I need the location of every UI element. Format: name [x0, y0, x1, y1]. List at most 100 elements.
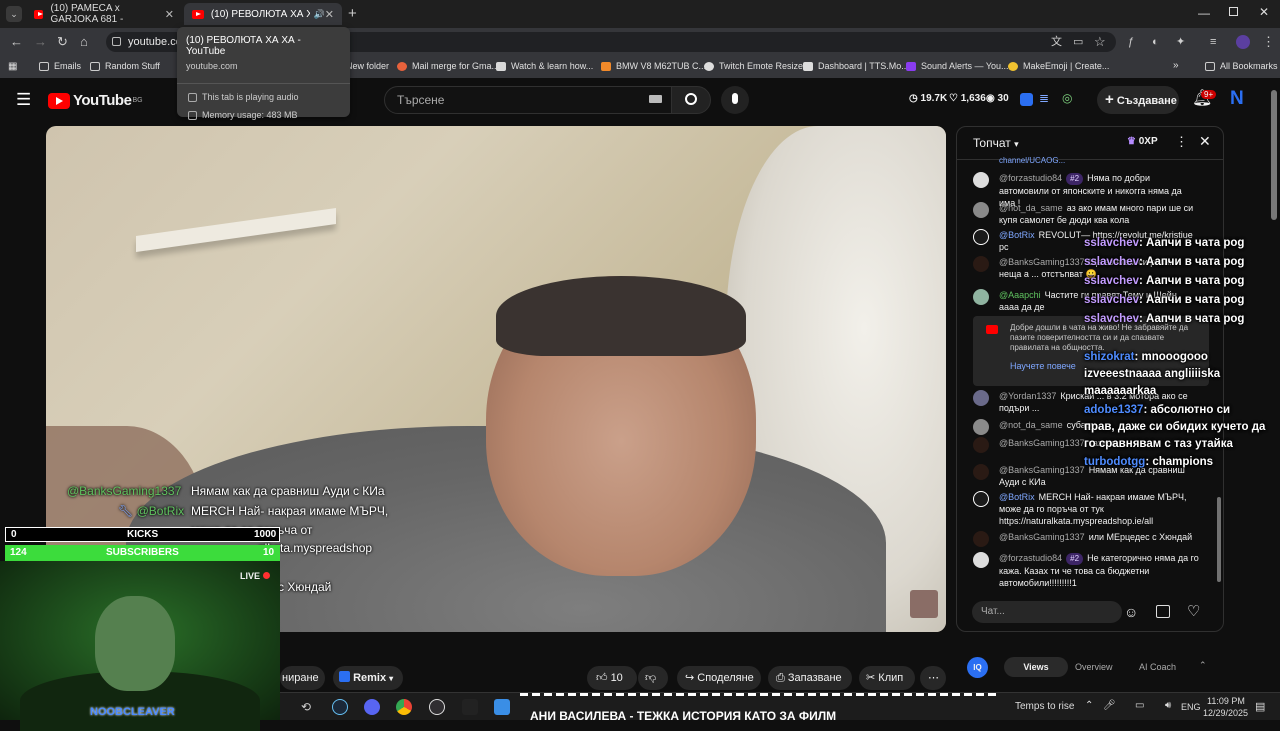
ticker-stripes [520, 693, 1000, 696]
save-button[interactable]: ⎙ Запазване [768, 666, 852, 690]
speaker-icon[interactable]: 🔊 [314, 9, 325, 20]
notification-badge: 9+ [1201, 90, 1217, 99]
discord-icon[interactable] [364, 699, 380, 715]
restore-icon[interactable] [1229, 7, 1238, 16]
hamburger-icon[interactable]: ☰ [16, 90, 31, 110]
close-icon[interactable]: ✕ [325, 8, 334, 21]
tab-views[interactable]: Views [1004, 657, 1068, 677]
minimize-icon[interactable]: — [1198, 6, 1210, 20]
profile-avatar[interactable] [1236, 35, 1250, 49]
keyboard-icon[interactable] [649, 95, 662, 103]
translate-icon[interactable]: 文 [1051, 34, 1062, 50]
collapse-icon[interactable]: ⌃ [1199, 660, 1207, 671]
live-dot-icon [262, 572, 270, 579]
plus-icon: + [1105, 91, 1114, 108]
more-bookmarks-icon[interactable]: » [1173, 60, 1179, 71]
clock-time[interactable]: 11:09 PM [1207, 696, 1245, 706]
clock-date[interactable]: 12/29/2025 [1203, 708, 1248, 718]
language-indicator[interactable]: ENG [1181, 702, 1201, 712]
account-avatar[interactable]: N [1230, 88, 1244, 110]
target-icon[interactable]: ◎ [1062, 91, 1072, 105]
tab-menu-icon[interactable]: ≡ [1210, 34, 1216, 50]
share-button[interactable]: ↪ Споделяне [677, 666, 761, 690]
dislike-button[interactable]: 👎︎ [638, 666, 668, 690]
vidiq-icon[interactable] [1020, 93, 1033, 106]
page-scrollbar[interactable] [1271, 90, 1277, 220]
chat-close-icon[interactable]: ✕ [1199, 133, 1211, 150]
bookmark-emails[interactable]: Emails [39, 61, 81, 71]
chrome-icon[interactable] [396, 699, 412, 715]
super-chat-icon[interactable] [1156, 605, 1170, 618]
apps-grid-icon[interactable]: ▦ [8, 61, 17, 72]
mic-tray-icon[interactable]: 🎤︎ [1103, 700, 1116, 711]
taskbar-app-icon-2[interactable] [462, 699, 478, 715]
network-icon[interactable]: ▭ [1135, 700, 1144, 711]
weather-text[interactable]: Temps to rise [1015, 701, 1074, 712]
bookmark-new-folder[interactable]: New folder [346, 61, 389, 71]
bookmark-mail-merge[interactable]: Mail merge for Gma... [397, 61, 499, 71]
bookmark-twitch-emote[interactable]: Twitch Emote Resizer [704, 61, 806, 71]
back-icon[interactable]: ← [10, 34, 23, 50]
tab-pameca[interactable]: (10) PAMECA x GARJOKA 681 - ✕ [26, 3, 182, 25]
bookmark-sound-alerts[interactable]: Sound Alerts — You... [906, 61, 1009, 71]
youtube-logo[interactable]: YouTube BG [48, 92, 143, 109]
chat-input[interactable]: Чат... [972, 601, 1122, 623]
volume-icon[interactable]: 🔊︎ [1165, 700, 1171, 711]
tray-chevron-icon[interactable]: ⌃ [1085, 700, 1093, 711]
new-tab-icon[interactable]: + [348, 5, 357, 22]
obs-icon[interactable] [429, 699, 445, 715]
learn-more-link[interactable]: Научете повече [1010, 361, 1076, 371]
extension-icon-2[interactable]: ◐ [1152, 34, 1159, 50]
steam-icon[interactable] [332, 699, 348, 715]
tab-search-icon[interactable]: ⌄ [6, 6, 22, 22]
forward-icon[interactable]: → [34, 34, 47, 50]
reload-icon[interactable]: ↻ [57, 34, 68, 50]
create-button[interactable]: + Създаване [1097, 86, 1179, 114]
all-bookmarks[interactable]: All Bookmarks [1205, 61, 1278, 71]
overlay-chat-line: maaaaaarkaa [1084, 385, 1157, 397]
bookmark-dashboard[interactable]: Dashboard | TTS.Mo... [803, 61, 909, 71]
list-icon[interactable]: ≣ [1039, 91, 1049, 105]
bookmark-icon: ⎙ [776, 672, 785, 684]
close-window-icon[interactable]: ✕ [1259, 5, 1269, 19]
tab-overview[interactable]: Overview [1075, 662, 1113, 672]
chevron-down-icon: ▾ [389, 674, 394, 683]
taskbar-app-icon[interactable]: ⟲ [301, 700, 311, 714]
channel-watermark[interactable] [910, 590, 938, 618]
clip-button[interactable]: ✂ Клип [859, 666, 915, 690]
mic-icon [732, 93, 738, 104]
chat-mode-dropdown[interactable]: Топчат ▾ [973, 136, 1019, 150]
home-icon[interactable]: ⌂ [80, 34, 88, 50]
search-input[interactable]: Търсене [384, 86, 672, 114]
xp-badge[interactable]: ♛ 0XP [1127, 136, 1158, 147]
site-info-icon[interactable] [112, 37, 121, 46]
chat-scrollbar[interactable] [1217, 497, 1221, 582]
emoji-icon[interactable]: ☺ [1124, 604, 1138, 620]
menu-icon[interactable]: ⋮ [1262, 34, 1275, 50]
vidiq-logo[interactable]: IQ [967, 657, 988, 678]
chat-more-icon[interactable]: ⋮ [1175, 134, 1188, 150]
more-actions-button[interactable]: ⋯ [920, 666, 946, 690]
remix-button[interactable]: Remix ▾ [333, 666, 403, 690]
cast-icon[interactable]: ▭ [1073, 34, 1083, 50]
star-icon[interactable]: ☆ [1094, 34, 1106, 50]
overlay-chat-line: turbodotgg: champions [1084, 456, 1214, 468]
bookmark-makeemoji[interactable]: MakeEmoji | Create... [1008, 61, 1109, 71]
puzzle-icon[interactable]: ✦ [1176, 34, 1185, 50]
tab-revolut[interactable]: (10) РЕВОЛЮТА ХА ХА - Yo 🔊 ✕ [184, 3, 342, 25]
notification-center-icon[interactable]: ▤ [1255, 700, 1265, 713]
close-icon[interactable]: ✕ [165, 8, 174, 21]
voice-search-button[interactable] [721, 86, 749, 114]
like-button[interactable]: 👍︎ 10 [587, 666, 637, 690]
bookmark-random-stuff[interactable]: Random Stuff [90, 61, 160, 71]
bookmark-watch-learn[interactable]: Watch & learn how... [496, 61, 593, 71]
bookmark-bmw[interactable]: BMW V8 M62TUB C... [601, 61, 706, 71]
subscribe-button[interactable]: ниране [280, 666, 325, 690]
extension-icon[interactable]: ƒ [1128, 34, 1134, 50]
overlay-chat-line: izveeestnaaaa angliiiiska [1084, 368, 1221, 380]
tab-ai-coach[interactable]: AI Coach [1139, 662, 1176, 672]
image-viewer-icon[interactable] [494, 699, 510, 715]
welcome-text: Добре дошли в чата на живо! Не забравяйт… [1010, 323, 1189, 352]
search-button[interactable] [671, 86, 711, 114]
heart-icon[interactable]: ♡ [1187, 602, 1200, 620]
